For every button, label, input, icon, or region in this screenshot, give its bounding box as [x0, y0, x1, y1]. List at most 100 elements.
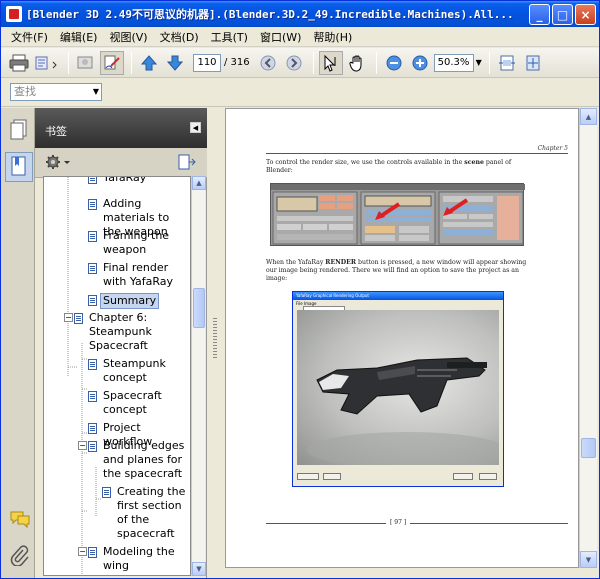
collaborate-icon[interactable]	[74, 51, 98, 75]
collapse-panel-icon[interactable]: ◀	[190, 122, 201, 133]
fit-page-icon[interactable]	[521, 51, 545, 75]
options-gear-icon[interactable]	[45, 154, 73, 173]
bookmark-item[interactable]: Building edges and planes for the spacec…	[88, 439, 188, 481]
menu-help[interactable]: 帮助(H)	[307, 29, 358, 45]
footer-rule	[266, 523, 568, 524]
bookmark-page-icon	[88, 423, 97, 434]
scroll-thumb[interactable]	[581, 438, 596, 458]
bookmark-page-icon	[88, 391, 97, 402]
menu-tools[interactable]: 工具(T)	[205, 29, 254, 45]
page-number-input[interactable]: 110	[193, 53, 221, 72]
document-view[interactable]: Chapter 5 To control the render size, we…	[225, 108, 579, 568]
minimize-button[interactable]: _	[529, 4, 550, 25]
bookmark-page-icon	[88, 177, 97, 184]
sign-icon[interactable]	[100, 50, 124, 75]
select-tool-icon[interactable]	[318, 50, 343, 75]
back-icon[interactable]	[256, 51, 280, 75]
bookmark-label: Building edges and planes for the spacec…	[103, 439, 185, 480]
scroll-thumb[interactable]	[193, 288, 205, 328]
bookmark-page-icon	[102, 487, 111, 498]
paragraph-2: When the YafaRay RENDER button is presse…	[266, 259, 527, 282]
hand-tool-icon[interactable]	[345, 51, 369, 75]
share-icon[interactable]	[33, 51, 61, 75]
fit-width-icon[interactable]	[495, 51, 519, 75]
scroll-down-arrow-icon[interactable]: ▼	[580, 551, 597, 568]
bookmark-item[interactable]: Framing the weapon	[88, 229, 188, 257]
bookmark-label: Chapter 6: Steampunk Spacecraft	[89, 311, 152, 352]
bookmarks-panel: 书签 ◀ YafaRay Adding materials to the wea…	[35, 108, 207, 578]
zoom-out-icon[interactable]	[382, 51, 406, 75]
bookmark-page-icon	[88, 231, 97, 242]
collapse-section-icon[interactable]: −	[78, 441, 87, 450]
zoom-dropdown-chevron-down-icon[interactable]: ▼	[474, 54, 484, 72]
panel-splitter[interactable]	[207, 108, 225, 578]
bookmark-page-icon	[88, 295, 97, 306]
attachment-paperclip-icon[interactable]	[9, 544, 29, 567]
save-image-button	[297, 473, 319, 480]
zoom-level-input[interactable]: 50.3%	[433, 53, 474, 72]
toolbar-separator	[488, 51, 490, 74]
bookmarks-icon[interactable]	[5, 152, 33, 182]
bookmark-page-icon	[88, 263, 97, 274]
header-rule	[266, 153, 568, 154]
toolbar-separator	[68, 51, 69, 74]
toolbar-separator	[131, 51, 132, 74]
bookmark-item[interactable]: Modeling the wing	[88, 545, 188, 573]
bookmark-label: YafaRay	[103, 176, 147, 184]
app-window: [Blender 3D 2.49不可思议的机器].(Blender.3D.2_4…	[0, 0, 600, 579]
paragraph-1: To control the render size, we use the c…	[266, 159, 512, 174]
collapse-chapter-icon[interactable]: −	[64, 313, 73, 322]
menu-document[interactable]: 文档(D)	[154, 29, 205, 45]
bookmark-label: Summary	[100, 293, 160, 309]
bookmarks-header: 书签 ◀	[35, 108, 207, 148]
maximize-button[interactable]: □	[552, 4, 573, 25]
bookmark-tree: YafaRay Adding materials to the weapon F…	[43, 176, 191, 576]
close-button[interactable]: ×	[575, 4, 596, 25]
status-area	[225, 568, 599, 578]
comments-icon[interactable]	[9, 510, 30, 532]
menu-window[interactable]: 窗口(W)	[254, 29, 307, 45]
chapter-header: Chapter 5	[537, 145, 568, 152]
render-preview	[297, 310, 499, 465]
toolbar-separator	[375, 51, 377, 74]
zoom-in-icon[interactable]	[408, 51, 432, 75]
bookmark-item[interactable]: Final render with YafaRay	[88, 261, 188, 289]
page-total: / 316	[224, 57, 250, 68]
yafaray-output-window-image: YafaRay Graphical Rendering Output File …	[292, 291, 504, 487]
bookmark-page-icon	[88, 199, 97, 210]
search-input[interactable]: 查找 ▼	[10, 83, 102, 101]
next-page-arrow-down-icon[interactable]	[163, 51, 187, 75]
bookmark-item[interactable]: Spacecraft concept	[88, 389, 188, 417]
forward-icon[interactable]	[282, 51, 306, 75]
bookmark-label: Steampunk concept	[103, 357, 166, 384]
expand-bookmark-icon[interactable]	[177, 154, 197, 173]
document-scrollbar[interactable]: ▲ ▼	[579, 108, 597, 568]
bookmark-label: Spacecraft concept	[103, 389, 162, 416]
search-bar: 查找 ▼	[1, 79, 599, 107]
close-render-button	[479, 473, 497, 480]
use-alpha-checkbox	[453, 473, 473, 480]
toolbar: 110 / 316 50.3% ▼	[1, 48, 599, 78]
bookmark-item[interactable]: YafaRay	[88, 176, 188, 185]
menu-view[interactable]: 视图(V)	[103, 29, 153, 45]
splitter-grip[interactable]	[213, 318, 217, 358]
scroll-down-arrow-icon[interactable]: ▼	[192, 562, 206, 576]
prev-page-arrow-up-icon[interactable]	[137, 51, 161, 75]
bookmark-page-icon	[88, 441, 97, 452]
bookmark-item[interactable]: Creating the first section of the spacec…	[102, 485, 190, 541]
search-dropdown-chevron-down-icon[interactable]: ▼	[93, 84, 99, 100]
pages-icon[interactable]	[9, 118, 29, 140]
print-icon[interactable]	[7, 51, 31, 75]
bookmark-scrollbar[interactable]: ▲ ▼	[191, 176, 206, 576]
menu-edit[interactable]: 编辑(E)	[54, 29, 104, 45]
bookmark-item[interactable]: Steampunk concept	[88, 357, 188, 385]
bookmark-item-chapter[interactable]: Chapter 6: Steampunk Spacecraft	[74, 311, 188, 353]
collapse-section-icon[interactable]: −	[78, 547, 87, 556]
bookmark-item-selected[interactable]: Summary	[88, 293, 188, 309]
scroll-up-arrow-icon[interactable]: ▲	[580, 108, 597, 125]
title-bar[interactable]: [Blender 3D 2.49不可思议的机器].(Blender.3D.2_4…	[1, 1, 599, 27]
menu-bar: 文件(F) 编辑(E) 视图(V) 文档(D) 工具(T) 窗口(W) 帮助(H…	[1, 27, 599, 47]
scroll-up-arrow-icon[interactable]: ▲	[192, 176, 206, 190]
menu-file[interactable]: 文件(F)	[5, 29, 54, 45]
bookmarks-toolbar	[35, 148, 207, 178]
